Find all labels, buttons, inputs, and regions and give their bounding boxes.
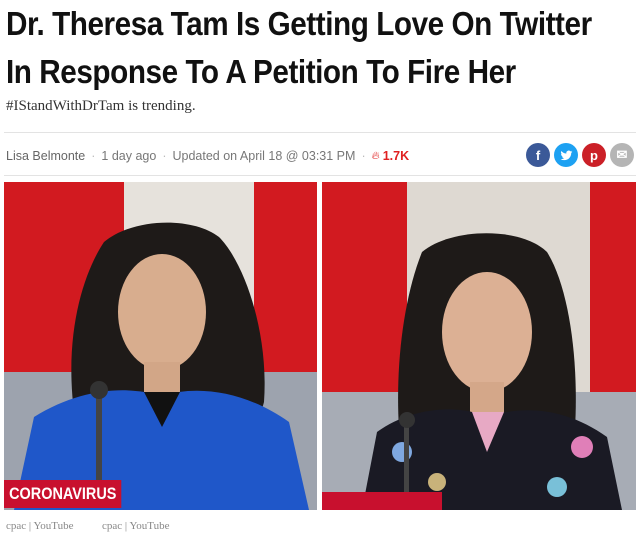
- press-conference-image-right: [322, 182, 636, 510]
- pinterest-icon: p: [590, 147, 598, 163]
- pinterest-share-button[interactable]: p: [582, 143, 606, 167]
- email-share-button[interactable]: ✉: [610, 143, 634, 167]
- posted-time: 1 day ago: [101, 149, 157, 163]
- share-buttons: f p ✉: [526, 143, 634, 167]
- article-subhead: #IStandWithDrTam is trending.: [6, 98, 196, 114]
- photo-right: [322, 182, 636, 510]
- photo-credit-right: cpac | YouTube: [102, 520, 170, 532]
- view-count: 1.7K: [382, 149, 410, 163]
- flame-icon: 🔥︎: [371, 149, 380, 162]
- meta-separator: ·: [361, 149, 366, 163]
- headline-line-1: Dr. Theresa Tam Is Getting Love On Twitt…: [6, 5, 592, 42]
- meta-separator: ·: [91, 149, 96, 163]
- facebook-icon: f: [535, 147, 541, 163]
- updated-time: Updated on April 18 @ 03:31 PM: [172, 149, 356, 163]
- article-headline: Dr. Theresa Tam Is Getting Love On Twitt…: [6, 0, 592, 96]
- divider: [4, 132, 636, 133]
- photo-left: CORONAVIRUS: [4, 182, 317, 510]
- article-meta: Lisa Belmonte · 1 day ago · Updated on A…: [6, 146, 409, 166]
- author-link[interactable]: Lisa Belmonte: [6, 149, 85, 163]
- headline-line-2: In Response To A Petition To Fire Her: [6, 53, 516, 90]
- divider: [4, 175, 636, 176]
- facebook-share-button[interactable]: f: [526, 143, 550, 167]
- meta-separator: ·: [162, 149, 167, 163]
- email-icon: ✉: [616, 147, 628, 162]
- twitter-bird-icon: [560, 150, 572, 160]
- twitter-share-button[interactable]: [554, 143, 578, 167]
- press-conference-image-left: [4, 182, 317, 510]
- photo-credit-left: cpac | YouTube: [6, 520, 74, 532]
- coronavirus-caption: CORONAVIRUS: [4, 480, 122, 508]
